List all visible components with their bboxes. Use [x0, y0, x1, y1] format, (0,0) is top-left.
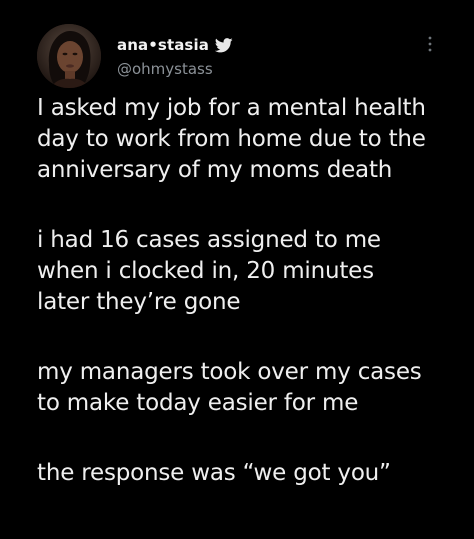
display-name[interactable]: ana•stasia [117, 36, 209, 54]
bird-icon [214, 37, 233, 53]
tweet-card: ana•stasia @ohmystass I asked my job for… [0, 0, 474, 539]
author-names: ana•stasia @ohmystass [117, 34, 233, 78]
more-vertical-icon[interactable] [425, 34, 435, 54]
user-handle[interactable]: @ohmystass [117, 60, 233, 78]
tweet-paragraph: my managers took over my cases to make t… [37, 359, 422, 416]
tweet-header: ana•stasia @ohmystass [37, 24, 447, 90]
display-name-row: ana•stasia [117, 34, 233, 56]
tweet-paragraph: i had 16 cases assigned to me when i clo… [37, 227, 381, 315]
tweet-body: I asked my job for a mental health day t… [37, 93, 467, 489]
tweet-paragraph: I asked my job for a mental health day t… [37, 95, 426, 183]
tweet-paragraph: the response was “we got you” [37, 460, 391, 486]
avatar-photo-icon [37, 24, 101, 88]
avatar[interactable] [37, 24, 101, 88]
